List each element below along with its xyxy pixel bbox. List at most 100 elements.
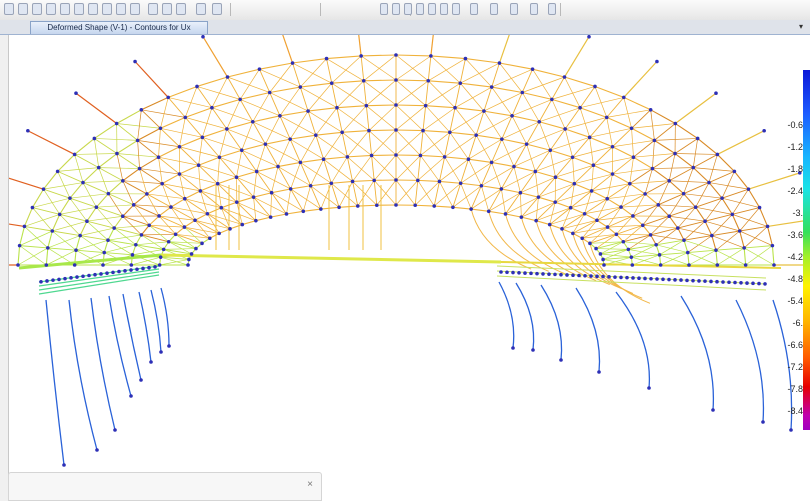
toolbar-button[interactable] (428, 3, 436, 15)
zoom-previous-icon[interactable] (46, 3, 56, 15)
arch-chord (94, 123, 117, 139)
arch-diagonal (300, 58, 327, 88)
zoom-window-icon[interactable] (32, 3, 42, 15)
toolbar-button[interactable] (548, 3, 556, 15)
arch-chord (521, 216, 537, 222)
joint-node (169, 205, 173, 209)
joint-node (345, 155, 350, 159)
toolbar-button[interactable] (452, 3, 460, 15)
arch-chord (277, 161, 301, 168)
arch-diagonal (439, 181, 454, 208)
joint-node (589, 189, 594, 193)
arch-chord (505, 213, 522, 218)
column-base-node (559, 358, 563, 362)
platform-node (745, 281, 749, 285)
joint-node (510, 114, 514, 118)
arch-chord (551, 98, 581, 109)
joint-node (520, 90, 525, 95)
view-xz-icon[interactable] (116, 3, 126, 15)
joint-node (329, 81, 334, 85)
arch-chord (511, 115, 540, 123)
joint-node (145, 192, 149, 196)
joint-node (631, 214, 635, 218)
undo-icon[interactable] (162, 3, 172, 15)
refresh-icon[interactable] (148, 3, 158, 15)
view-xy-icon[interactable] (102, 3, 112, 15)
arch-diagonal (468, 159, 482, 186)
joint-node (238, 97, 242, 102)
arch-chord (122, 168, 140, 182)
support-column (615, 291, 651, 389)
select-icon[interactable] (176, 3, 186, 15)
joint-node (682, 238, 686, 242)
support-cable (27, 130, 75, 155)
rotate-icon[interactable] (74, 3, 84, 15)
joint-node (161, 247, 166, 252)
arch-diagonal (425, 82, 461, 106)
arch-chord (241, 143, 266, 151)
pan-icon[interactable] (60, 3, 70, 15)
arch-diagonal (650, 234, 685, 241)
deck-beam (160, 253, 502, 264)
joint-node (290, 61, 295, 65)
close-icon[interactable]: × (307, 479, 313, 490)
toolbar-button[interactable] (380, 3, 388, 15)
zoom-in-icon[interactable] (4, 3, 14, 15)
toolbar-button[interactable] (530, 3, 538, 15)
arch-chord (468, 158, 492, 163)
grid-icon[interactable] (196, 3, 206, 15)
arch-diagonal (739, 230, 773, 246)
cable-end-node (74, 91, 78, 96)
contour-legend: -0.6 -1.2 -1.8 -2.4 -3. -3.6 -4.2 -4.8 -5.4 -6. -6… (787, 70, 810, 432)
column-base-node (511, 346, 515, 350)
arch-chord (425, 105, 456, 109)
platform-node (631, 276, 635, 280)
joint-node (215, 181, 220, 186)
arch-diagonal (122, 180, 163, 184)
joint-node (16, 263, 20, 267)
arch-diagonal (628, 249, 660, 256)
tab-list-dropdown-icon[interactable]: ▾ (796, 21, 806, 33)
toolbar-button[interactable] (416, 3, 424, 15)
arch-web (715, 247, 745, 251)
toolbar-button[interactable] (490, 3, 498, 15)
toolbar-button[interactable] (510, 3, 518, 15)
joint-node (553, 175, 558, 180)
arch-chord (642, 224, 651, 236)
arch-diagonal (631, 123, 676, 129)
column-base-node (597, 370, 601, 374)
arch-chord (654, 139, 676, 154)
joint-node (268, 215, 273, 219)
arch-chord (95, 193, 109, 208)
arch-diagonal (241, 121, 254, 151)
toolbar-button[interactable] (404, 3, 412, 15)
run-icon[interactable] (212, 3, 222, 15)
joint-node (681, 191, 686, 196)
arch-diagonal (59, 206, 97, 215)
zoom-out-icon[interactable] (18, 3, 28, 15)
arch-chord (326, 55, 362, 60)
joint-node (594, 246, 598, 251)
joint-node (135, 138, 140, 143)
arch-diagonal (300, 134, 317, 163)
view-3d-icon[interactable] (88, 3, 98, 15)
arch-chord (574, 183, 592, 192)
platform-node (117, 269, 121, 274)
joint-node (301, 209, 306, 214)
toolbar-button[interactable] (470, 3, 478, 15)
arch-diagonal (538, 121, 551, 151)
model-viewport[interactable] (8, 35, 810, 501)
tab-deformed-shape[interactable]: Deformed Shape (V-1) - Contours for Ux (30, 21, 208, 34)
toolbar-button[interactable] (440, 3, 448, 15)
arch-chord (198, 156, 220, 166)
arch-chord (612, 146, 634, 158)
toolbar-button[interactable] (392, 3, 400, 15)
joint-node (626, 247, 631, 252)
arch-web (491, 138, 503, 163)
arch-chord (594, 85, 624, 98)
cable-end-node (714, 91, 718, 96)
view-yz-icon[interactable] (130, 3, 140, 15)
platform-node (511, 270, 515, 275)
platform-node (153, 265, 157, 269)
arch-diagonal (491, 162, 502, 190)
